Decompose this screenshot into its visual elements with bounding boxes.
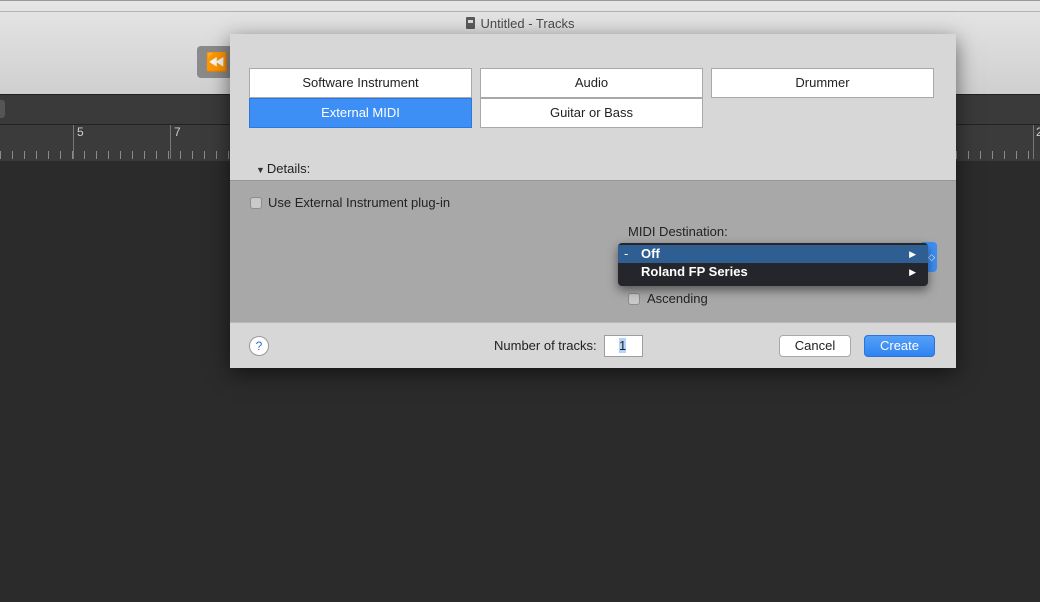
menu-item-off[interactable]: - Off ▶ [618,245,928,263]
ruler-label: 5 [77,125,84,139]
titlebar-divider [0,11,1040,12]
midi-destination-menu: - Off ▶ Roland FP Series ▶ [618,243,928,286]
num-tracks-label: Number of tracks: [494,338,597,353]
ruler-ticks [956,151,1040,159]
details-label: Details: [266,161,311,176]
track-type-external-midi[interactable]: External MIDI [249,98,472,128]
menu-item-label: Roland FP Series [641,264,748,279]
use-external-plugin-label: Use External Instrument plug-in [268,195,451,210]
menu-item-roland-fp-series[interactable]: Roland FP Series ▶ [618,263,928,281]
new-track-dialog: Software Instrument Audio Drummer Extern… [230,34,956,368]
use-external-plugin-option[interactable]: Use External Instrument plug-in [250,195,450,210]
num-tracks-value: 1 [619,338,627,353]
details-disclosure[interactable]: ▼ Details: [256,161,310,176]
submenu-arrow-icon: ▶ [909,249,916,259]
ascending-option[interactable]: Ascending [628,291,708,306]
num-tracks-input[interactable]: 1 [604,335,643,357]
dialog-footer: ? Number of tracks: 1 Cancel Create [230,322,956,368]
document-icon [465,17,475,29]
menu-item-mark: - [624,246,629,261]
rewind-icon: ⏪ [205,52,229,72]
track-type-guitar-or-bass[interactable]: Guitar or Bass [480,98,703,128]
window-title-text: Untitled - Tracks [480,16,575,31]
submenu-arrow-icon: ▶ [909,267,916,277]
ascending-checkbox[interactable] [628,293,640,305]
track-type-software-instrument[interactable]: Software Instrument [249,68,472,98]
use-external-plugin-checkbox[interactable] [250,197,262,209]
cancel-button[interactable]: Cancel [779,335,851,357]
details-panel: Use External Instrument plug-in MIDI Des… [230,180,956,323]
help-button[interactable]: ? [249,336,269,356]
help-icon: ? [255,339,263,353]
popup-chevron-icon: ◇ [928,252,935,262]
track-type-audio[interactable]: Audio [480,68,703,98]
ruler-label: 2 [1036,125,1040,139]
ascending-label: Ascending [647,291,708,306]
create-button[interactable]: Create [864,335,935,357]
ruler-label: 7 [174,125,181,139]
disclosure-triangle-icon: ▼ [256,165,265,175]
window-title: Untitled - Tracks [0,16,1040,31]
track-type-drummer[interactable]: Drummer [711,68,934,98]
menu-item-label: Off [641,246,660,261]
midi-destination-label: MIDI Destination: [628,224,728,239]
ruler-ticks [0,151,230,159]
toolbar-button-stub[interactable] [0,100,5,118]
